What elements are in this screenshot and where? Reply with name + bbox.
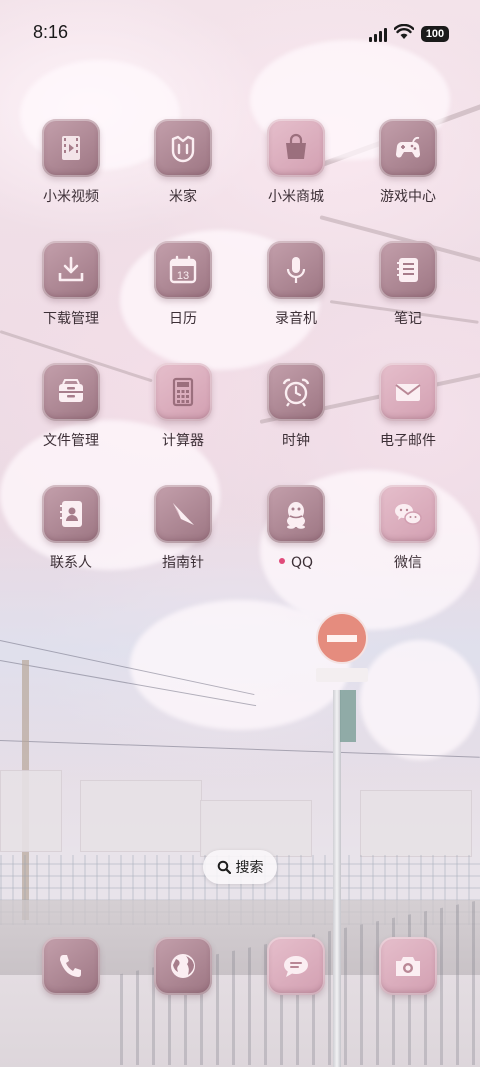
app-label: 游戏中心 — [380, 189, 436, 205]
app-label-text: QQ — [290, 555, 314, 571]
dock-app-phone[interactable] — [16, 937, 126, 995]
app-mijia[interactable]: 米家 — [128, 119, 238, 205]
wallpaper-building — [80, 780, 202, 852]
status-time: 8:16 — [33, 22, 69, 42]
app-label: 日历 — [169, 311, 197, 327]
signal-icon — [369, 26, 387, 42]
notebook-icon[interactable] — [379, 241, 437, 299]
dock-app-camera[interactable] — [353, 937, 463, 995]
dock-app-messages[interactable] — [241, 937, 351, 995]
status-icons: 100 — [369, 23, 449, 44]
app-recorder[interactable]: 录音机 — [241, 241, 351, 327]
wechat-icon[interactable] — [379, 485, 437, 543]
wallpaper-no-entry-sign — [316, 612, 368, 664]
app-label: 小米视频 — [43, 189, 99, 205]
qq-penguin-icon[interactable] — [267, 485, 325, 543]
app-qq[interactable]: QQ — [241, 485, 351, 571]
app-label: QQ — [241, 555, 351, 571]
app-label: 下载管理 — [43, 311, 99, 327]
app-label: 微信 — [394, 555, 422, 571]
video-film-icon[interactable] — [42, 119, 100, 177]
app-contacts[interactable]: 联系人 — [16, 485, 126, 571]
app-label: 计算器 — [162, 433, 204, 449]
app-email[interactable]: 电子邮件 — [353, 363, 463, 449]
dock-app-browser[interactable] — [128, 937, 238, 995]
wallpaper-building — [200, 800, 312, 857]
app-calculator[interactable]: 计算器 — [128, 363, 238, 449]
app-compass[interactable]: 指南针 — [128, 485, 238, 571]
app-calendar[interactable]: 13 日历 — [128, 241, 238, 327]
search-label: 搜索 — [235, 860, 264, 876]
app-download-manager[interactable]: 下载管理 — [16, 241, 126, 327]
file-cabinet-icon[interactable] — [42, 363, 100, 421]
status-bar: 8:16 100 — [0, 0, 480, 68]
new-badge-dot — [278, 558, 285, 564]
calendar-icon[interactable]: 13 — [154, 241, 212, 299]
mijia-cat-icon[interactable] — [154, 119, 212, 177]
search-icon — [217, 860, 231, 874]
wallpaper-blossom — [130, 600, 350, 730]
wallpaper-sign-plate — [316, 668, 368, 682]
wallpaper-building — [0, 770, 62, 852]
app-notes[interactable]: 笔记 — [353, 241, 463, 327]
app-xiaomi-mall[interactable]: 小米商城 — [241, 119, 351, 205]
app-xiaomi-video[interactable]: 小米视频 — [16, 119, 126, 205]
app-label: 小米商城 — [268, 189, 324, 205]
app-label: 文件管理 — [43, 433, 99, 449]
app-label: 联系人 — [50, 555, 92, 571]
phone-icon[interactable] — [42, 937, 100, 995]
gamepad-icon[interactable] — [379, 119, 437, 177]
wallpaper-blue-sign — [340, 690, 356, 742]
messages-icon[interactable] — [267, 937, 325, 995]
app-label: 指南针 — [162, 555, 204, 571]
microphone-icon[interactable] — [267, 241, 325, 299]
app-label: 米家 — [169, 189, 197, 205]
shopping-bag-icon[interactable] — [267, 119, 325, 177]
contacts-book-icon[interactable] — [42, 485, 100, 543]
wallpaper-blossom — [360, 640, 480, 760]
browser-globe-icon[interactable] — [154, 937, 212, 995]
app-label: 笔记 — [394, 311, 422, 327]
app-label: 电子邮件 — [380, 433, 436, 449]
alarm-clock-icon[interactable] — [267, 363, 325, 421]
wifi-icon — [393, 23, 415, 44]
calculator-icon[interactable] — [154, 363, 212, 421]
app-wechat[interactable]: 微信 — [353, 485, 463, 571]
search-button[interactable]: 搜索 — [203, 850, 277, 884]
calendar-day: 13 — [177, 270, 189, 282]
app-label: 时钟 — [282, 433, 310, 449]
battery-icon: 100 — [421, 26, 449, 42]
app-file-manager[interactable]: 文件管理 — [16, 363, 126, 449]
app-label: 录音机 — [275, 311, 317, 327]
camera-icon[interactable] — [379, 937, 437, 995]
compass-icon[interactable] — [154, 485, 212, 543]
envelope-icon[interactable] — [379, 363, 437, 421]
wallpaper-sign-pole — [333, 690, 341, 1067]
app-game-center[interactable]: 游戏中心 — [353, 119, 463, 205]
wallpaper-building — [360, 790, 472, 857]
download-tray-icon[interactable] — [42, 241, 100, 299]
app-clock[interactable]: 时钟 — [241, 363, 351, 449]
